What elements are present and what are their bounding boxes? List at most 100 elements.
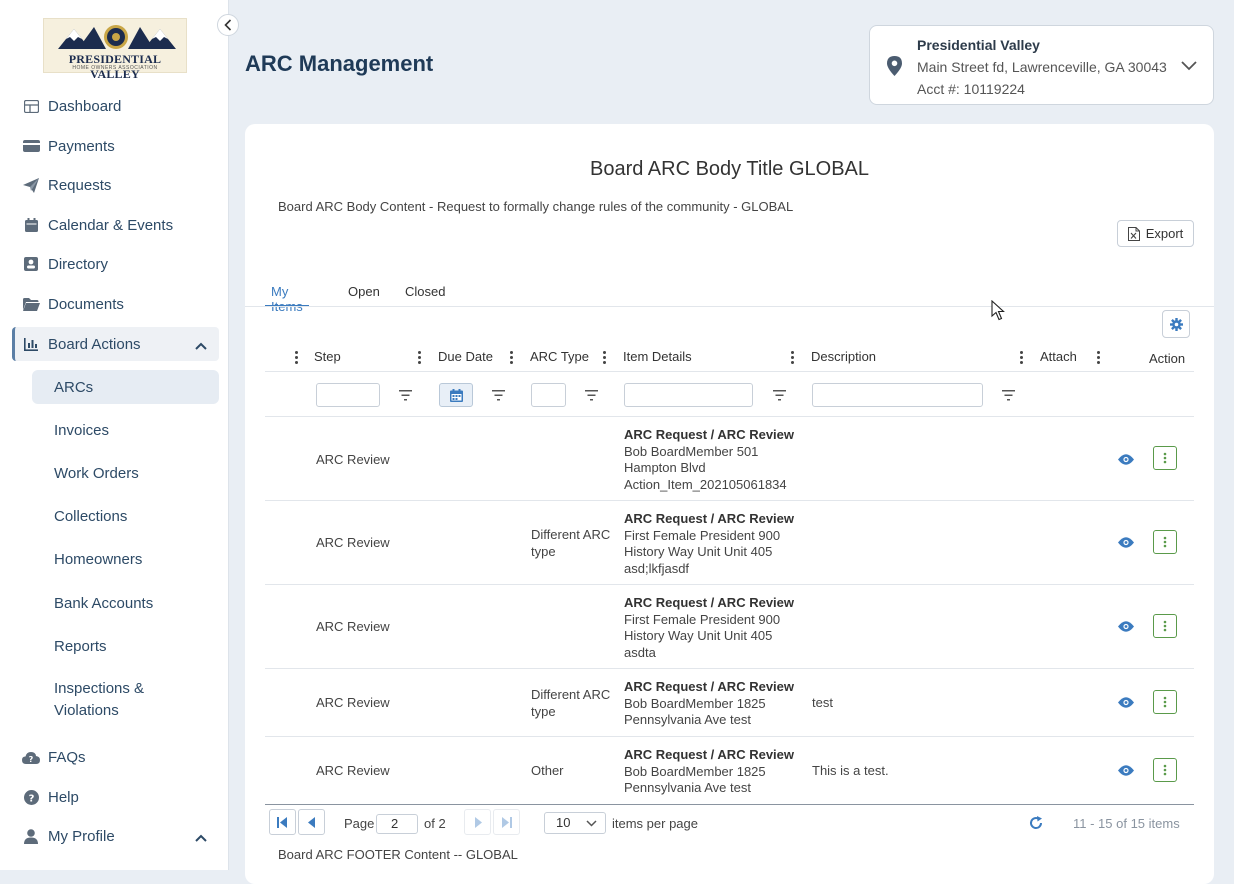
footer-content: Board ARC FOOTER Content -- GLOBAL	[278, 847, 518, 862]
filter-icon[interactable]	[399, 388, 412, 406]
filter-icon[interactable]	[585, 388, 598, 406]
sidebar-item-directory[interactable]: Directory	[12, 247, 219, 281]
chevron-up-icon	[195, 337, 207, 354]
description-filter-input[interactable]	[812, 383, 983, 407]
row-actions-button[interactable]	[1153, 446, 1177, 470]
cell-step: ARC Review	[316, 619, 390, 634]
sidebar-item-payments[interactable]: Payments	[12, 129, 219, 163]
column-menu-icon[interactable]	[1020, 351, 1024, 365]
sidebar-item-my-profile[interactable]: My Profile	[12, 819, 219, 853]
row-actions-button[interactable]	[1153, 690, 1177, 714]
column-menu-icon[interactable]	[295, 351, 299, 365]
column-header-arc-type[interactable]: ARC Type	[530, 349, 589, 364]
column-menu-icon[interactable]	[603, 351, 607, 365]
filter-icon[interactable]	[492, 388, 505, 406]
view-eye-icon[interactable]	[1118, 452, 1134, 470]
sidebar-sub-arcs[interactable]: ARCs	[32, 370, 219, 404]
kebab-icon	[1163, 536, 1167, 548]
page-number-input[interactable]: 2	[376, 814, 418, 834]
column-menu-icon[interactable]	[1097, 351, 1101, 365]
row-actions-button[interactable]	[1153, 614, 1177, 638]
sidebar-item-calendar[interactable]: Calendar & Events	[12, 208, 219, 242]
view-eye-icon[interactable]	[1118, 763, 1134, 781]
filter-divider	[265, 416, 1194, 417]
column-header-step[interactable]: Step	[314, 349, 341, 364]
tab-open[interactable]: Open	[342, 282, 386, 307]
column-header-description[interactable]: Description	[811, 349, 876, 364]
sidebar-sub-collections[interactable]: Collections	[32, 499, 219, 533]
paper-plane-icon	[20, 176, 42, 194]
sidebar-sub-bank-accounts[interactable]: Bank Accounts	[32, 586, 219, 620]
column-menu-icon[interactable]	[418, 351, 422, 365]
column-settings-button[interactable]	[1162, 310, 1190, 338]
item-detail-line: Bob BoardMember 1825	[624, 763, 766, 779]
first-page-icon	[277, 816, 287, 828]
tab-closed[interactable]: Closed	[399, 282, 451, 307]
tabs-divider	[245, 306, 1214, 307]
sidebar-sub-reports[interactable]: Reports	[32, 629, 219, 663]
sidebar-sub-invoices[interactable]: Invoices	[32, 413, 219, 447]
cell-description: test	[812, 695, 833, 710]
row-actions-button[interactable]	[1153, 530, 1177, 554]
column-header-attach[interactable]: Attach	[1040, 349, 1077, 364]
column-header-item-details[interactable]: Item Details	[623, 349, 692, 364]
item-details-filter-input[interactable]	[624, 383, 753, 407]
mouse-cursor-icon	[991, 299, 1005, 326]
property-address: Main Street fd, Lawrenceville, GA 30043	[917, 59, 1167, 75]
arc-type-line: Different ARC	[531, 687, 611, 702]
row-divider	[265, 736, 1194, 737]
step-filter-input[interactable]	[316, 383, 380, 407]
header-divider	[265, 371, 1194, 372]
refresh-icon[interactable]	[1029, 816, 1043, 835]
due-date-picker-button[interactable]	[439, 383, 473, 407]
view-eye-icon[interactable]	[1118, 619, 1134, 637]
sidebar-sub-inspections[interactable]: Inspections & Violations	[32, 678, 219, 722]
sidebar-item-label: Calendar & Events	[48, 216, 174, 234]
items-per-page-value: 10	[556, 815, 571, 830]
hoa-logo[interactable]: PRESIDENTIAL VALLEY HOME OWNERS ASSOCIAT…	[43, 18, 187, 81]
logo-subtitle: HOME OWNERS ASSOCIATION	[72, 65, 158, 71]
sidebar-item-requests[interactable]: Requests	[12, 168, 219, 202]
row-actions-button[interactable]	[1153, 758, 1177, 782]
sidebar-sub-homeowners[interactable]: Homeowners	[32, 542, 219, 576]
previous-page-button[interactable]	[298, 809, 325, 835]
last-page-button[interactable]	[493, 809, 520, 835]
last-page-icon	[502, 816, 512, 828]
cell-description: This is a test.	[812, 763, 889, 778]
sidebar-item-help[interactable]: ? Help	[12, 780, 219, 814]
page-title: ARC Management	[245, 51, 434, 76]
filter-icon[interactable]	[773, 388, 786, 406]
arc-type-filter-input[interactable]	[531, 383, 566, 407]
collapse-sidebar-button[interactable]	[217, 14, 239, 36]
items-per-page-select[interactable]: 10	[544, 812, 606, 834]
cell-step: ARC Review	[316, 763, 390, 778]
view-eye-icon[interactable]	[1118, 695, 1134, 713]
first-page-button[interactable]	[269, 809, 296, 835]
filter-icon[interactable]	[1002, 388, 1015, 406]
column-header-due-date[interactable]: Due Date	[438, 349, 493, 364]
sidebar-item-faqs[interactable]: ? FAQs	[12, 740, 219, 774]
page-label: Page	[344, 816, 375, 831]
items-per-page-label: items per page	[612, 816, 698, 831]
view-eye-icon[interactable]	[1118, 535, 1134, 553]
property-selector[interactable]: Presidential Valley Main Street fd, Lawr…	[869, 25, 1214, 105]
sidebar-item-dashboard[interactable]: Dashboard	[12, 89, 219, 123]
row-divider	[265, 668, 1194, 669]
column-menu-icon[interactable]	[791, 351, 795, 365]
sidebar-item-label: Requests	[48, 176, 112, 194]
sidebar-sub-work-orders[interactable]: Work Orders	[32, 456, 219, 490]
dashboard-icon	[20, 97, 42, 115]
tab-my-items[interactable]: My Items	[265, 282, 309, 314]
export-button[interactable]: Export	[1117, 220, 1194, 247]
sidebar-item-label: FAQs	[48, 748, 86, 766]
row-divider	[265, 584, 1194, 585]
sidebar-item-board-actions[interactable]: Board Actions	[12, 327, 219, 361]
sidebar-sub-label: Inspections &	[54, 680, 145, 697]
sidebar-item-label: Documents	[48, 295, 124, 313]
item-title: ARC Request / ARC Review	[624, 511, 794, 526]
sidebar-item-documents[interactable]: Documents	[12, 287, 219, 321]
next-page-button[interactable]	[464, 809, 491, 835]
item-title: ARC Request / ARC Review	[624, 595, 794, 610]
excel-file-icon	[1127, 226, 1140, 241]
column-menu-icon[interactable]	[510, 351, 514, 365]
